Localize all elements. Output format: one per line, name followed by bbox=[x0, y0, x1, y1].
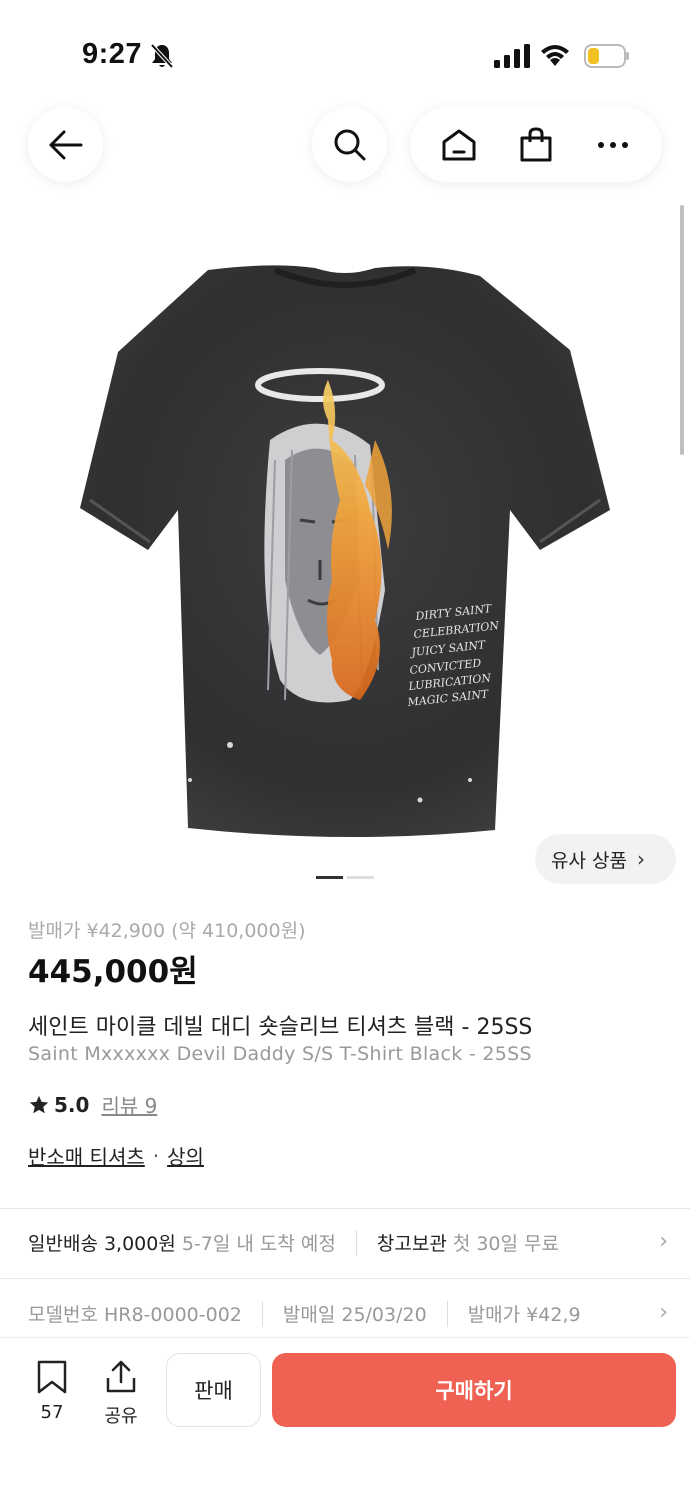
header-action-group bbox=[410, 107, 662, 182]
shipping-separator bbox=[355, 1229, 357, 1256]
cellular-signal-icon bbox=[494, 44, 530, 68]
chevron-right-icon: › bbox=[639, 1300, 668, 1325]
search-icon bbox=[334, 129, 365, 160]
share-icon bbox=[106, 1360, 136, 1393]
spec-separator bbox=[446, 1300, 448, 1327]
product-price: 445,000원 bbox=[28, 954, 198, 990]
buy-button[interactable]: 구매하기 bbox=[272, 1353, 676, 1427]
shipping-info-row[interactable]: 일반배송 3,000원 5-7일 내 도착 예정 창고보관 첫 30일 무료 › bbox=[28, 1229, 668, 1256]
category-link-tshirts[interactable]: 반소매 티셔츠 bbox=[28, 1141, 145, 1170]
product-image: DIRTY SAINT CELEBRATION JUICY SAINT CONV… bbox=[80, 265, 610, 838]
bookmark-count: 57 bbox=[40, 1402, 64, 1423]
bell-muted-icon bbox=[150, 43, 174, 69]
status-bar: 9:27 bbox=[0, 0, 690, 100]
share-button[interactable]: 공유 bbox=[96, 1360, 146, 1428]
battery-low-icon bbox=[584, 44, 629, 68]
page-dot bbox=[347, 876, 374, 879]
bookmark-icon bbox=[37, 1360, 67, 1394]
status-time: 9:27 bbox=[82, 38, 143, 70]
rating-score: 5.0 bbox=[54, 1092, 90, 1117]
gallery-page-indicator bbox=[316, 876, 374, 879]
page-dot-active bbox=[316, 876, 343, 879]
category-separator: · bbox=[152, 1143, 160, 1168]
share-label: 공유 bbox=[104, 1406, 138, 1427]
bookmark-button[interactable]: 57 bbox=[24, 1360, 80, 1423]
product-name-english: Saint Mxxxxxx Devil Daddy S/S T-Shirt Bl… bbox=[28, 1043, 532, 1065]
product-rating: 5.0 리뷰 9 bbox=[28, 1090, 157, 1119]
more-icon bbox=[598, 141, 629, 148]
wifi-icon bbox=[541, 45, 569, 66]
star-icon bbox=[29, 1095, 49, 1113]
similar-products-button[interactable]: 유사 상품 › bbox=[535, 834, 676, 884]
product-name-korean: 세인트 마이클 데빌 대디 숏슬리브 티셔츠 블랙 - 25SS bbox=[28, 1015, 533, 1040]
product-image-gallery[interactable]: DIRTY SAINT CELEBRATION JUICY SAINT CONV… bbox=[0, 200, 690, 900]
chevron-right-icon: › bbox=[659, 1229, 668, 1254]
chevron-right-icon: › bbox=[636, 847, 645, 871]
home-icon bbox=[442, 129, 476, 160]
category-link-tops[interactable]: 상의 bbox=[167, 1141, 204, 1170]
home-button[interactable] bbox=[424, 110, 494, 180]
sell-button[interactable]: 판매 bbox=[166, 1353, 261, 1427]
release-price-short: 발매가 ¥42,9 bbox=[467, 1304, 581, 1326]
review-link[interactable]: 리뷰 9 bbox=[101, 1090, 157, 1119]
standard-shipping-label: 일반배송 3,000원 bbox=[28, 1233, 176, 1255]
page-scrollbar[interactable] bbox=[680, 205, 684, 455]
standard-shipping-eta: 5-7일 내 도착 예정 bbox=[181, 1233, 336, 1255]
product-spec-row[interactable]: 모델번호 HR8-0000-002 발매일 25/03/20 발매가 ¥42,9… bbox=[28, 1300, 668, 1327]
model-number: 모델번호 HR8-0000-002 bbox=[28, 1304, 242, 1326]
warehouse-storage-note: 첫 30일 무료 bbox=[452, 1233, 559, 1255]
section-divider bbox=[0, 1208, 690, 1209]
release-date: 발매일 25/03/20 bbox=[282, 1304, 427, 1326]
release-price: 발매가 ¥42,900 (약 410,000원) bbox=[28, 920, 306, 942]
category-breadcrumb: 반소매 티셔츠 · 상의 bbox=[28, 1141, 204, 1170]
back-arrow-icon bbox=[49, 130, 82, 159]
similar-products-label: 유사 상품 bbox=[551, 849, 627, 872]
spec-separator bbox=[261, 1300, 263, 1327]
back-button[interactable] bbox=[28, 107, 103, 182]
shopping-bag-icon bbox=[520, 126, 552, 161]
search-button[interactable] bbox=[312, 107, 387, 182]
section-divider bbox=[0, 1278, 690, 1279]
warehouse-storage-label: 창고보관 bbox=[376, 1233, 447, 1255]
more-options-button[interactable] bbox=[578, 110, 648, 180]
shopping-bag-button[interactable] bbox=[501, 110, 571, 180]
